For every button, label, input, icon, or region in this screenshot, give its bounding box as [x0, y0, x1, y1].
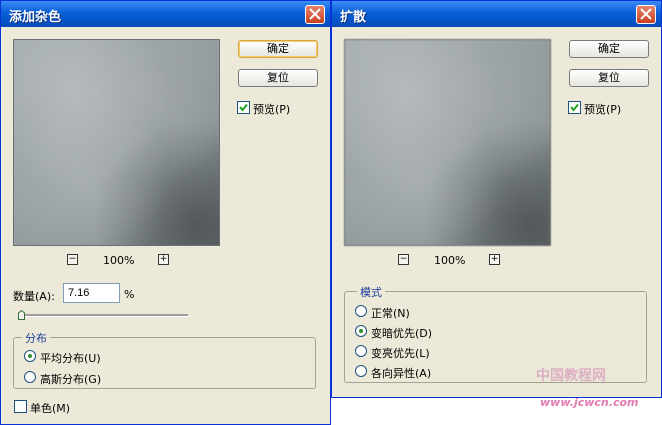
watermark-text: 中国教程网 — [536, 368, 606, 384]
radio-lighten-only-label: 变亮优先(L) — [371, 347, 430, 360]
preview-checkbox[interactable] — [237, 101, 250, 114]
radio-gaussian[interactable] — [24, 371, 36, 383]
add-noise-dialog: 添加杂色 确定 复位 预览(P) − 100% + 数量(A): % 分布 平均… — [0, 0, 331, 425]
close-button[interactable] — [305, 5, 325, 24]
zoom-in-button[interactable]: + — [158, 254, 169, 265]
watermark-url: www.jcwcn.com — [540, 396, 639, 409]
radio-gaussian-label: 高斯分布(G) — [40, 373, 102, 386]
radio-darken-only[interactable] — [355, 325, 367, 337]
preview-label: 预览(P) — [253, 103, 291, 116]
checkmark-icon — [239, 103, 248, 112]
close-button[interactable] — [636, 5, 656, 24]
title-bar: 添加杂色 — [1, 1, 330, 27]
monochromatic-label: 单色(M) — [30, 402, 71, 415]
amount-slider-track[interactable] — [21, 314, 188, 317]
zoom-in-button[interactable]: + — [489, 254, 500, 265]
preview-image[interactable] — [344, 39, 551, 246]
preview-image[interactable] — [13, 39, 220, 246]
close-icon — [309, 8, 321, 20]
radio-normal[interactable] — [355, 305, 367, 317]
radio-anisotropic-label: 各向异性(A) — [371, 367, 432, 380]
amount-slider-thumb[interactable] — [18, 310, 25, 320]
radio-uniform-label: 平均分布(U) — [40, 352, 101, 365]
preview-checkbox[interactable] — [568, 101, 581, 114]
reset-button[interactable]: 复位 — [569, 69, 649, 87]
distribution-group: 分布 平均分布(U) 高斯分布(G) — [13, 330, 316, 389]
monochromatic-checkbox[interactable] — [14, 400, 27, 413]
amount-label: 数量(A): — [13, 290, 55, 303]
dialog-title: 添加杂色 — [9, 10, 62, 25]
title-bar: 扩散 — [332, 1, 661, 27]
diffuse-dialog: 扩散 确定 复位 预览(P) − 100% + 模式 正常(N) 变暗优先(D)… — [331, 0, 662, 398]
zoom-out-button[interactable]: − — [398, 254, 409, 265]
zoom-level: 100% — [434, 254, 466, 267]
checkmark-icon — [570, 103, 579, 112]
reset-button[interactable]: 复位 — [238, 69, 318, 87]
radio-lighten-only[interactable] — [355, 345, 367, 357]
zoom-level: 100% — [103, 254, 135, 267]
radio-anisotropic[interactable] — [355, 365, 367, 377]
radio-normal-label: 正常(N) — [371, 307, 410, 320]
close-icon — [640, 8, 652, 20]
dialog-title: 扩散 — [340, 10, 367, 25]
radio-uniform[interactable] — [24, 350, 36, 362]
amount-unit: % — [124, 288, 135, 301]
ok-button[interactable]: 确定 — [569, 40, 649, 58]
distribution-title: 分布 — [22, 330, 50, 346]
amount-input[interactable] — [63, 283, 120, 303]
zoom-out-button[interactable]: − — [67, 254, 78, 265]
radio-darken-only-label: 变暗优先(D) — [371, 327, 433, 340]
preview-label: 预览(P) — [584, 103, 622, 116]
ok-button[interactable]: 确定 — [238, 40, 318, 58]
mode-title: 模式 — [357, 284, 385, 300]
